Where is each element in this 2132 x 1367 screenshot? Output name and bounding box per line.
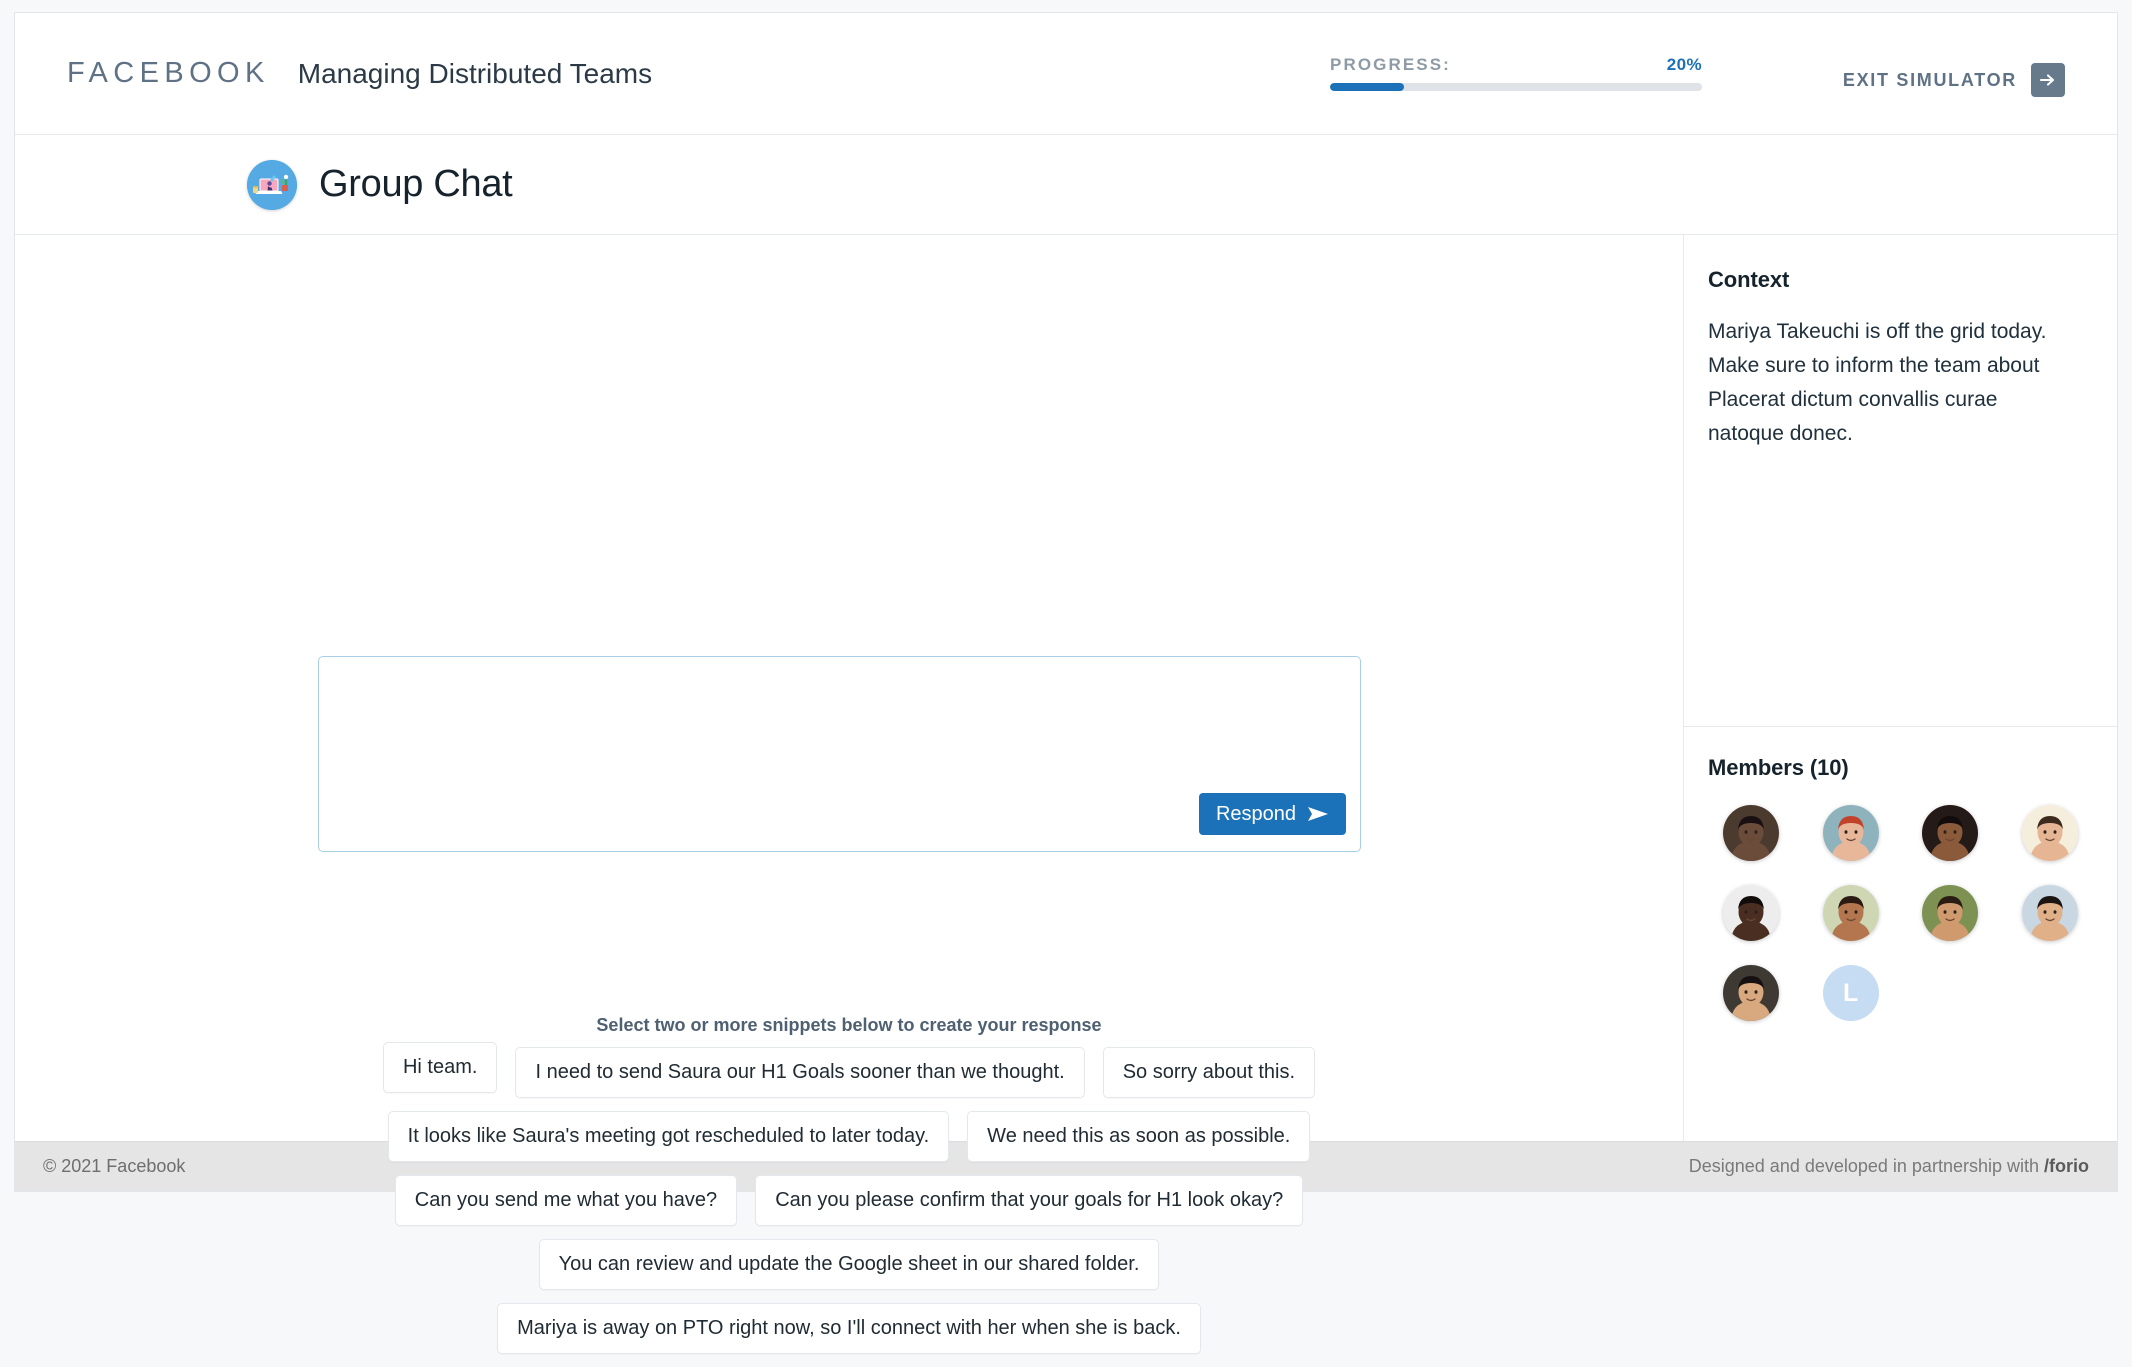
member-avatar-3[interactable]	[1922, 805, 1979, 861]
laptop-workspace-icon	[247, 159, 297, 210]
respond-button[interactable]: Respond	[1198, 793, 1346, 835]
exit-simulator-button[interactable]: EXIT SIMULATOR	[1843, 63, 2065, 97]
respond-button-label: Respond	[1215, 802, 1296, 825]
snippet-instruction: Select two or more snippets below to cre…	[596, 1015, 1102, 1035]
snippet-chip[interactable]: Mariya is away on PTO right now, so I'll…	[497, 1303, 1201, 1354]
arrow-right-icon[interactable]	[2031, 63, 2065, 97]
snippet-chip[interactable]: Hi team.	[382, 1042, 498, 1093]
progress-percent: 20%	[1666, 55, 1702, 74]
send-icon	[1307, 806, 1329, 822]
member-avatar-10[interactable]: L	[1822, 965, 1879, 1021]
member-avatar-5[interactable]	[1722, 885, 1779, 941]
partnership-text: Designed and developed in partnership wi…	[1688, 1156, 2044, 1176]
members-panel: Members (10) L	[1684, 727, 2117, 1141]
snippet-row: Hi team. I need to send Saura our H1 Goal…	[15, 1042, 1683, 1098]
avatar-initial: L	[1842, 978, 1859, 1007]
snippet-chip[interactable]: Can you please confirm that your goals f…	[755, 1175, 1304, 1226]
snippet-list: Hi team. I need to send Saura our H1 Goal…	[15, 1042, 1683, 1367]
top-bar: FACEBOOK Managing Distributed Teams PROG…	[15, 13, 2117, 135]
context-text: Mariya Takeuchi is off the grid today. M…	[1708, 320, 2047, 446]
exit-simulator-label: EXIT SIMULATOR	[1842, 69, 2017, 90]
section-header: Group Chat	[15, 135, 2117, 235]
right-panel: Context Mariya Takeuchi is off the grid …	[1683, 235, 2117, 1141]
member-avatar-1[interactable]	[1722, 805, 1779, 861]
facebook-logo: FACEBOOK	[67, 57, 270, 89]
snippet-row: You can review and update the Google she…	[15, 1239, 1683, 1290]
member-avatar-9[interactable]	[1722, 965, 1779, 1021]
snippet-row: It looks like Saura's meeting got resche…	[15, 1111, 1683, 1162]
snippet-chip[interactable]: Can you send me what you have?	[394, 1175, 738, 1226]
progress-label: PROGRESS:	[1330, 55, 1451, 74]
snippet-chip[interactable]: So sorry about this.	[1102, 1047, 1316, 1098]
main-content: Respond Select two or more snippets belo…	[15, 235, 1683, 1354]
snippet-row: Mariya is away on PTO right now, so I'll…	[15, 1303, 1683, 1354]
context-heading: Context	[1708, 267, 1790, 292]
progress-fill	[1330, 83, 1405, 91]
snippet-row: Can you send me what you have? Can you pl…	[15, 1175, 1683, 1226]
progress-indicator: PROGRESS: 20%	[1330, 55, 1702, 91]
snippet-chip[interactable]: You can review and update the Google she…	[538, 1239, 1160, 1290]
member-avatar-2[interactable]	[1822, 805, 1879, 861]
snippet-chip[interactable]: It looks like Saura's meeting got resche…	[387, 1111, 950, 1162]
progress-track	[1330, 83, 1702, 91]
member-avatar-7[interactable]	[1922, 885, 1979, 941]
forio-logo: /forio	[2044, 1156, 2089, 1176]
body: Respond Select two or more snippets belo…	[15, 235, 2117, 1354]
snippet-chip[interactable]: We need this as soon as possible.	[967, 1111, 1311, 1162]
snippet-chip[interactable]: I need to send Saura our H1 Goals sooner…	[515, 1047, 1085, 1098]
context-panel: Context Mariya Takeuchi is off the grid …	[1684, 235, 2117, 727]
member-avatar-4[interactable]	[2022, 805, 2079, 861]
member-avatar-8[interactable]	[2022, 885, 2079, 941]
simulator-app: FACEBOOK Managing Distributed Teams PROG…	[14, 12, 2118, 1354]
member-avatar-6[interactable]	[1822, 885, 1879, 941]
partnership-credit: Designed and developed in partnership wi…	[1689, 1156, 2089, 1177]
course-title: Managing Distributed Teams	[297, 57, 653, 89]
response-compose-box[interactable]: Respond	[318, 656, 1361, 852]
members-heading: Members (10)	[1708, 755, 1849, 780]
members-grid: L	[1708, 805, 2093, 1021]
page-title: Group Chat	[319, 163, 513, 205]
